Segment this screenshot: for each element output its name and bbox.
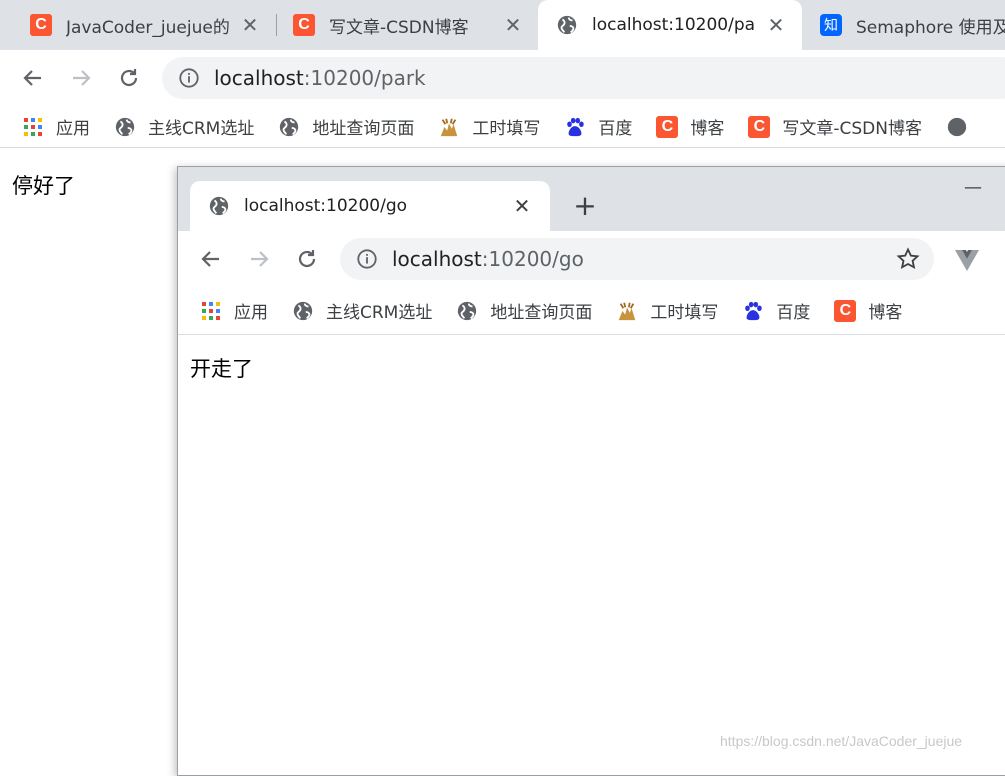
- popup-reload-button[interactable]: [293, 245, 321, 273]
- globe-icon: [557, 15, 577, 35]
- csdn-icon: C: [748, 115, 771, 138]
- bookmark-timesheet[interactable]: 工时填写: [438, 114, 540, 139]
- url-host: localhost: [392, 247, 482, 271]
- reload-button[interactable]: [115, 64, 143, 92]
- url-path: :10200/park: [303, 66, 426, 90]
- tab-title: Semaphore 使用及: [856, 17, 1005, 38]
- deer-icon: [441, 118, 458, 136]
- popup-page-content-text: 开走了: [190, 357, 253, 381]
- csdn-icon: C: [30, 14, 52, 36]
- bookmark-label: 主线CRM选址: [326, 303, 433, 323]
- close-icon[interactable]: ✕: [238, 13, 262, 37]
- tab-localhost-park[interactable]: localhost:10200/pa ✕: [538, 0, 802, 50]
- bookmark-label: 百度: [598, 119, 633, 139]
- tab-title: localhost:10200/pa: [592, 15, 756, 35]
- globe-icon: [115, 117, 135, 136]
- popup-address-bar[interactable]: localhost:10200/go: [340, 238, 934, 280]
- globe-icon: [947, 117, 967, 136]
- tab-semaphore[interactable]: 知 Semaphore 使用及: [790, 0, 1005, 50]
- bookmark-crm[interactable]: 主线CRM选址: [114, 114, 254, 139]
- baidu-paw-icon: [567, 117, 585, 136]
- bookmark-baidu[interactable]: 百度: [564, 114, 632, 139]
- close-icon[interactable]: ✕: [501, 13, 525, 37]
- arrow-right-icon: [251, 251, 269, 267]
- popup-browser-window: localhost:10200/go ✕ + — localhost:10200…: [177, 166, 1005, 776]
- csdn-icon: C: [656, 115, 679, 138]
- bookmark-apps[interactable]: 应用: [22, 114, 90, 139]
- globe-icon: [293, 301, 313, 320]
- info-icon[interactable]: [356, 248, 378, 270]
- bookmarks-bar: 应用 主线CRM选址 地址查询页面 工时填写 百度 C 博客 C 写文章-CSD…: [0, 106, 1005, 148]
- watermark: https://blog.csdn.net/JavaCoder_juejue: [720, 733, 963, 749]
- star-bookmark-icon[interactable]: [896, 247, 920, 271]
- bookmark-label: 应用: [56, 119, 90, 139]
- globe-icon: [458, 301, 477, 320]
- popup-tab-title: localhost:10200/go: [244, 196, 408, 216]
- apps-grid-icon: [24, 117, 42, 136]
- bookmark-label: 地址查询页面: [312, 119, 415, 139]
- tab-title: JavaCoder_juejue的: [66, 17, 230, 38]
- bookmark-timesheet[interactable]: 工时填写: [616, 298, 718, 323]
- apps-grid-icon: [202, 301, 220, 320]
- csdn-icon: C: [834, 299, 857, 322]
- close-icon[interactable]: ✕: [764, 13, 788, 37]
- forward-button[interactable]: [67, 64, 95, 92]
- vue-devtools-icon[interactable]: [954, 247, 980, 273]
- close-icon[interactable]: ✕: [510, 194, 534, 218]
- arrow-right-icon: [73, 70, 91, 86]
- bookmark-apps[interactable]: 应用: [200, 298, 268, 323]
- baidu-paw-icon: [745, 301, 763, 320]
- bookmark-more[interactable]: [946, 116, 980, 138]
- bookmark-label: 地址查询页面: [490, 303, 593, 323]
- new-tab-button[interactable]: +: [570, 191, 600, 221]
- info-icon[interactable]: [178, 67, 200, 89]
- bookmark-label: 应用: [234, 303, 268, 323]
- bookmark-address-query[interactable]: 地址查询页面: [456, 298, 592, 323]
- reload-icon: [298, 250, 316, 268]
- tab-strip: C JavaCoder_juejue的 ✕ C 写文章-CSDN博客 ✕ loc…: [0, 0, 1005, 50]
- bookmark-write-article[interactable]: C 写文章-CSDN博客: [748, 114, 922, 139]
- bookmark-blog[interactable]: C 博客: [834, 298, 902, 323]
- page-content-text: 停好了: [12, 174, 75, 198]
- bookmark-blog[interactable]: C 博客: [656, 114, 724, 139]
- popup-bookmarks-bar: 应用 主线CRM选址 地址查询页面 工时填写 百度 C 博客: [178, 287, 1005, 335]
- popup-tab-localhost-go[interactable]: localhost:10200/go ✕: [190, 181, 550, 231]
- csdn-icon: C: [293, 14, 315, 36]
- bookmark-label: 百度: [776, 303, 811, 323]
- bookmark-baidu[interactable]: 百度: [742, 298, 810, 323]
- bookmark-label: 写文章-CSDN博客: [782, 119, 922, 139]
- bookmark-crm[interactable]: 主线CRM选址: [292, 298, 432, 323]
- bookmark-label: 工时填写: [650, 303, 719, 323]
- arrow-left-icon: [201, 251, 219, 267]
- bookmark-label: 主线CRM选址: [148, 119, 255, 139]
- popup-forward-button[interactable]: [245, 245, 273, 273]
- minimize-button[interactable]: —: [964, 177, 982, 198]
- tab-write-article[interactable]: C 写文章-CSDN博客 ✕: [263, 0, 539, 50]
- url-path: :10200/go: [481, 247, 584, 271]
- bookmark-label: 博客: [690, 119, 725, 139]
- reload-icon: [120, 69, 138, 87]
- globe-icon: [280, 117, 299, 136]
- popup-back-button[interactable]: [197, 245, 225, 273]
- popup-toolbar: localhost:10200/go: [178, 231, 1005, 287]
- tab-title: 写文章-CSDN博客: [329, 17, 469, 38]
- arrow-left-icon: [23, 70, 41, 86]
- globe-icon: [209, 196, 229, 216]
- popup-tab-strip: localhost:10200/go ✕ + —: [178, 167, 1005, 231]
- bookmark-address-query[interactable]: 地址查询页面: [278, 114, 414, 139]
- tab-javacoder[interactable]: C JavaCoder_juejue的 ✕: [0, 0, 276, 50]
- zhihu-icon: 知: [820, 14, 842, 36]
- url-host: localhost: [214, 66, 304, 90]
- deer-icon: [619, 302, 636, 320]
- back-button[interactable]: [19, 64, 47, 92]
- toolbar: localhost:10200/park: [0, 50, 1005, 106]
- bookmark-label: 博客: [868, 303, 903, 323]
- bookmark-label: 工时填写: [472, 119, 541, 139]
- address-bar[interactable]: localhost:10200/park: [162, 57, 1005, 99]
